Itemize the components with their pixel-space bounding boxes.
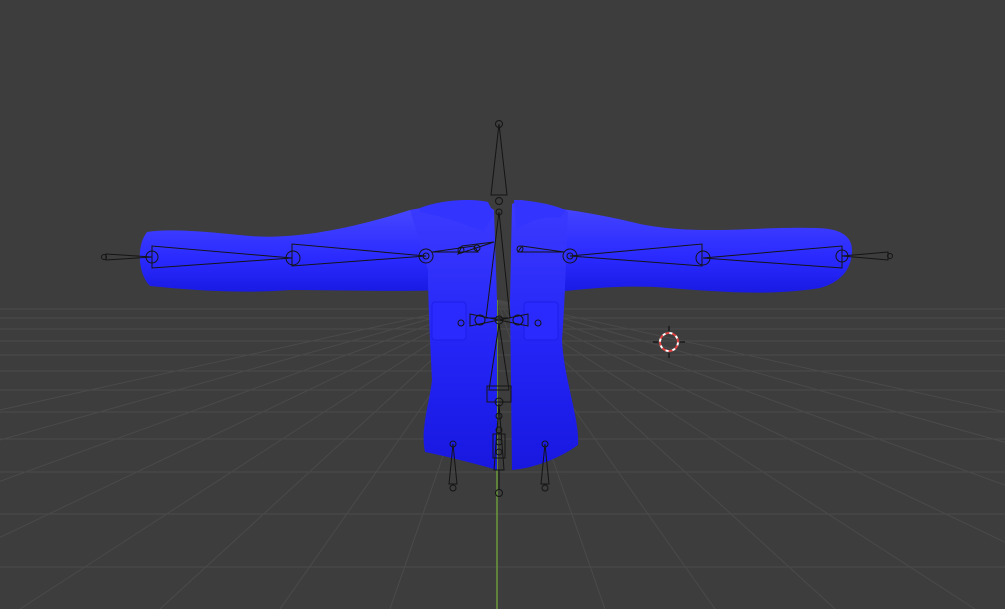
bone-neck (490, 123, 508, 196)
left-sleeve[interactable] (139, 210, 441, 292)
3d-viewport[interactable] (0, 0, 1005, 609)
right-pocket (523, 301, 559, 341)
right-sleeve[interactable] (520, 204, 852, 293)
left-pocket (431, 301, 467, 341)
3d-cursor-icon[interactable] (653, 326, 685, 358)
